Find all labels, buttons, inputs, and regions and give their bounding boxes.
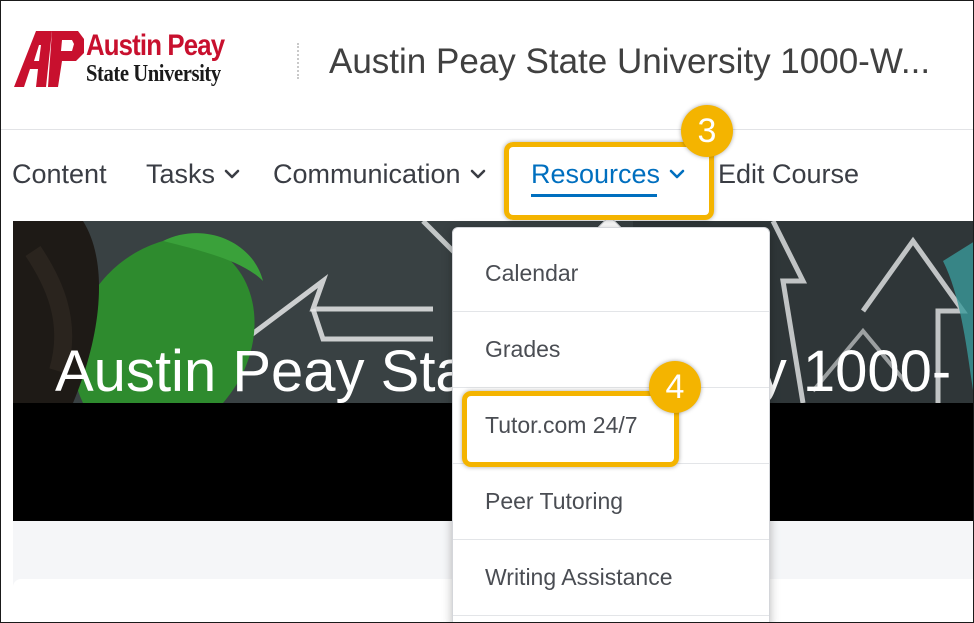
step-badge-3: 3: [681, 105, 733, 157]
nav-item-label: Communication: [273, 159, 461, 189]
nav-item-label: Edit Course: [718, 159, 860, 189]
highlight-box-resources: [504, 142, 714, 220]
chevron-down-icon: [224, 169, 240, 179]
nav-item-label: Tasks: [146, 159, 216, 189]
menu-item-label: Grades: [485, 336, 561, 362]
nav-item-label: Content: [12, 159, 107, 189]
course-title[interactable]: Austin Peay State University 1000-W...: [329, 41, 930, 83]
nav-item-tasks[interactable]: Tasks: [146, 156, 240, 192]
menu-item-calendar[interactable]: Calendar: [453, 236, 769, 312]
screenshot-frame: Austin Peay State University Austin Peay…: [0, 0, 974, 623]
step-badge-4: 4: [649, 361, 701, 413]
university-logo[interactable]: Austin Peay State University: [12, 29, 267, 93]
highlight-box-tutor: [462, 391, 679, 467]
nav-item-content[interactable]: Content: [12, 156, 107, 192]
menu-item-writing-assistance[interactable]: Writing Assistance: [453, 540, 769, 616]
chevron-down-icon: [470, 169, 485, 179]
menu-item-grades[interactable]: Grades: [453, 312, 769, 388]
nav-item-edit-course[interactable]: Edit Course: [718, 156, 859, 192]
menu-item-peer-tutoring[interactable]: Peer Tutoring: [453, 464, 769, 540]
menu-item-label: Writing Assistance: [485, 564, 673, 590]
ap-monogram-icon: [14, 31, 84, 87]
header-divider: [297, 43, 299, 79]
logo-text-state-university: State University: [86, 61, 221, 87]
nav-item-communication[interactable]: Communication: [273, 156, 486, 192]
header-separator: [1, 129, 973, 130]
menu-item-label: Peer Tutoring: [485, 488, 624, 514]
menu-item-label: Calendar: [485, 260, 579, 286]
logo-text-austin-peay: Austin Peay: [86, 29, 225, 62]
